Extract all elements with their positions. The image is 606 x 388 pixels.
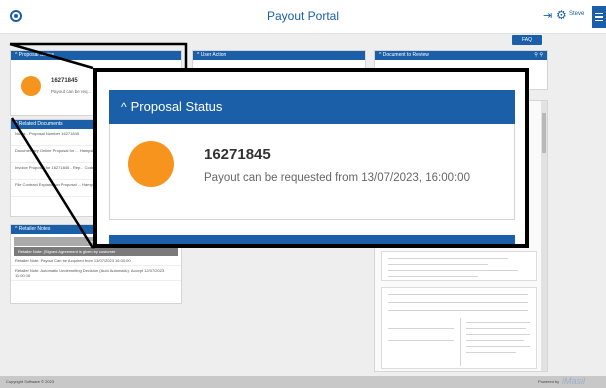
document-page-section bbox=[381, 287, 537, 369]
proposal-status-text: Payout can be req... bbox=[51, 89, 92, 94]
note-item: Retailer Note: Automatic Underwriting De… bbox=[11, 266, 181, 281]
user-action-title: User Action bbox=[200, 52, 227, 58]
proposal-status-title: Proposal Status bbox=[18, 52, 55, 58]
footer: Copyright Software © 2023 Powered by iMa… bbox=[0, 376, 606, 388]
menu-line bbox=[595, 19, 603, 22]
user-name[interactable]: Steve bbox=[569, 11, 584, 17]
zoom-header[interactable]: ^ Proposal Status bbox=[109, 90, 515, 124]
document-page-section bbox=[381, 251, 537, 281]
powered-by-label: Powered by bbox=[538, 379, 560, 384]
status-indicator-icon bbox=[128, 141, 174, 187]
scrollbar-thumb[interactable] bbox=[542, 113, 546, 153]
text-line bbox=[466, 322, 530, 323]
highlighted-note: Retailer Note: (Signed Agreement is give… bbox=[14, 247, 178, 256]
note-item: Retailer Note: Payout Can be Acquired fr… bbox=[11, 256, 181, 266]
proposal-status-header[interactable]: ^ Proposal Status bbox=[11, 51, 181, 60]
document-review-title: Document to Review bbox=[382, 52, 429, 58]
text-line bbox=[388, 264, 488, 265]
hamburger-menu-button[interactable] bbox=[592, 6, 606, 28]
text-line bbox=[388, 302, 528, 303]
text-line bbox=[466, 346, 530, 347]
faq-button[interactable]: FAQ bbox=[512, 35, 542, 45]
text-line bbox=[388, 270, 518, 271]
proposal-number: 16271845 bbox=[51, 78, 78, 84]
text-line bbox=[388, 276, 478, 277]
zoom-body: 16271845 Payout can be requested from 13… bbox=[109, 124, 515, 220]
top-bar: Payout Portal ⇥ ⚙ Steve bbox=[0, 0, 606, 34]
user-settings-icon[interactable]: ⚙ bbox=[556, 8, 567, 22]
status-indicator-icon bbox=[21, 76, 41, 96]
column-divider bbox=[460, 318, 461, 366]
text-line bbox=[466, 328, 526, 329]
logout-icon[interactable]: ⇥ bbox=[543, 9, 552, 22]
text-line bbox=[466, 352, 516, 353]
zoom-title: Proposal Status bbox=[130, 99, 223, 114]
user-action-header[interactable]: ^ User Action bbox=[193, 51, 365, 60]
zoom-next-header bbox=[109, 235, 515, 244]
zoom-status-text: Payout can be requested from 13/07/2023,… bbox=[204, 172, 470, 184]
document-scrollbar[interactable] bbox=[541, 101, 547, 371]
review-tools-icon[interactable]: ⚲ ⚲ bbox=[534, 52, 543, 58]
document-review-header[interactable]: ^ Document to Review bbox=[375, 51, 547, 60]
retailer-notes-title: Retailer Notes bbox=[18, 226, 51, 232]
menu-line bbox=[595, 12, 603, 15]
zoomed-proposal-status: ^ Proposal Status 16271845 Payout can be … bbox=[93, 68, 529, 248]
chevron-up-icon[interactable]: ^ bbox=[121, 100, 127, 114]
text-line bbox=[388, 340, 454, 341]
text-line bbox=[388, 294, 528, 295]
menu-line bbox=[595, 16, 603, 18]
text-line bbox=[388, 310, 528, 311]
text-line bbox=[466, 334, 530, 335]
copyright-text: Copyright Software © 2023 bbox=[6, 379, 55, 384]
page-title: Payout Portal bbox=[266, 9, 340, 23]
zoom-proposal-number: 16271845 bbox=[204, 146, 271, 163]
text-line bbox=[388, 258, 508, 259]
text-line bbox=[466, 340, 524, 341]
text-line bbox=[388, 328, 454, 329]
brand-logo: iMasil bbox=[562, 376, 586, 386]
related-documents-title: Related Documents bbox=[18, 121, 63, 127]
